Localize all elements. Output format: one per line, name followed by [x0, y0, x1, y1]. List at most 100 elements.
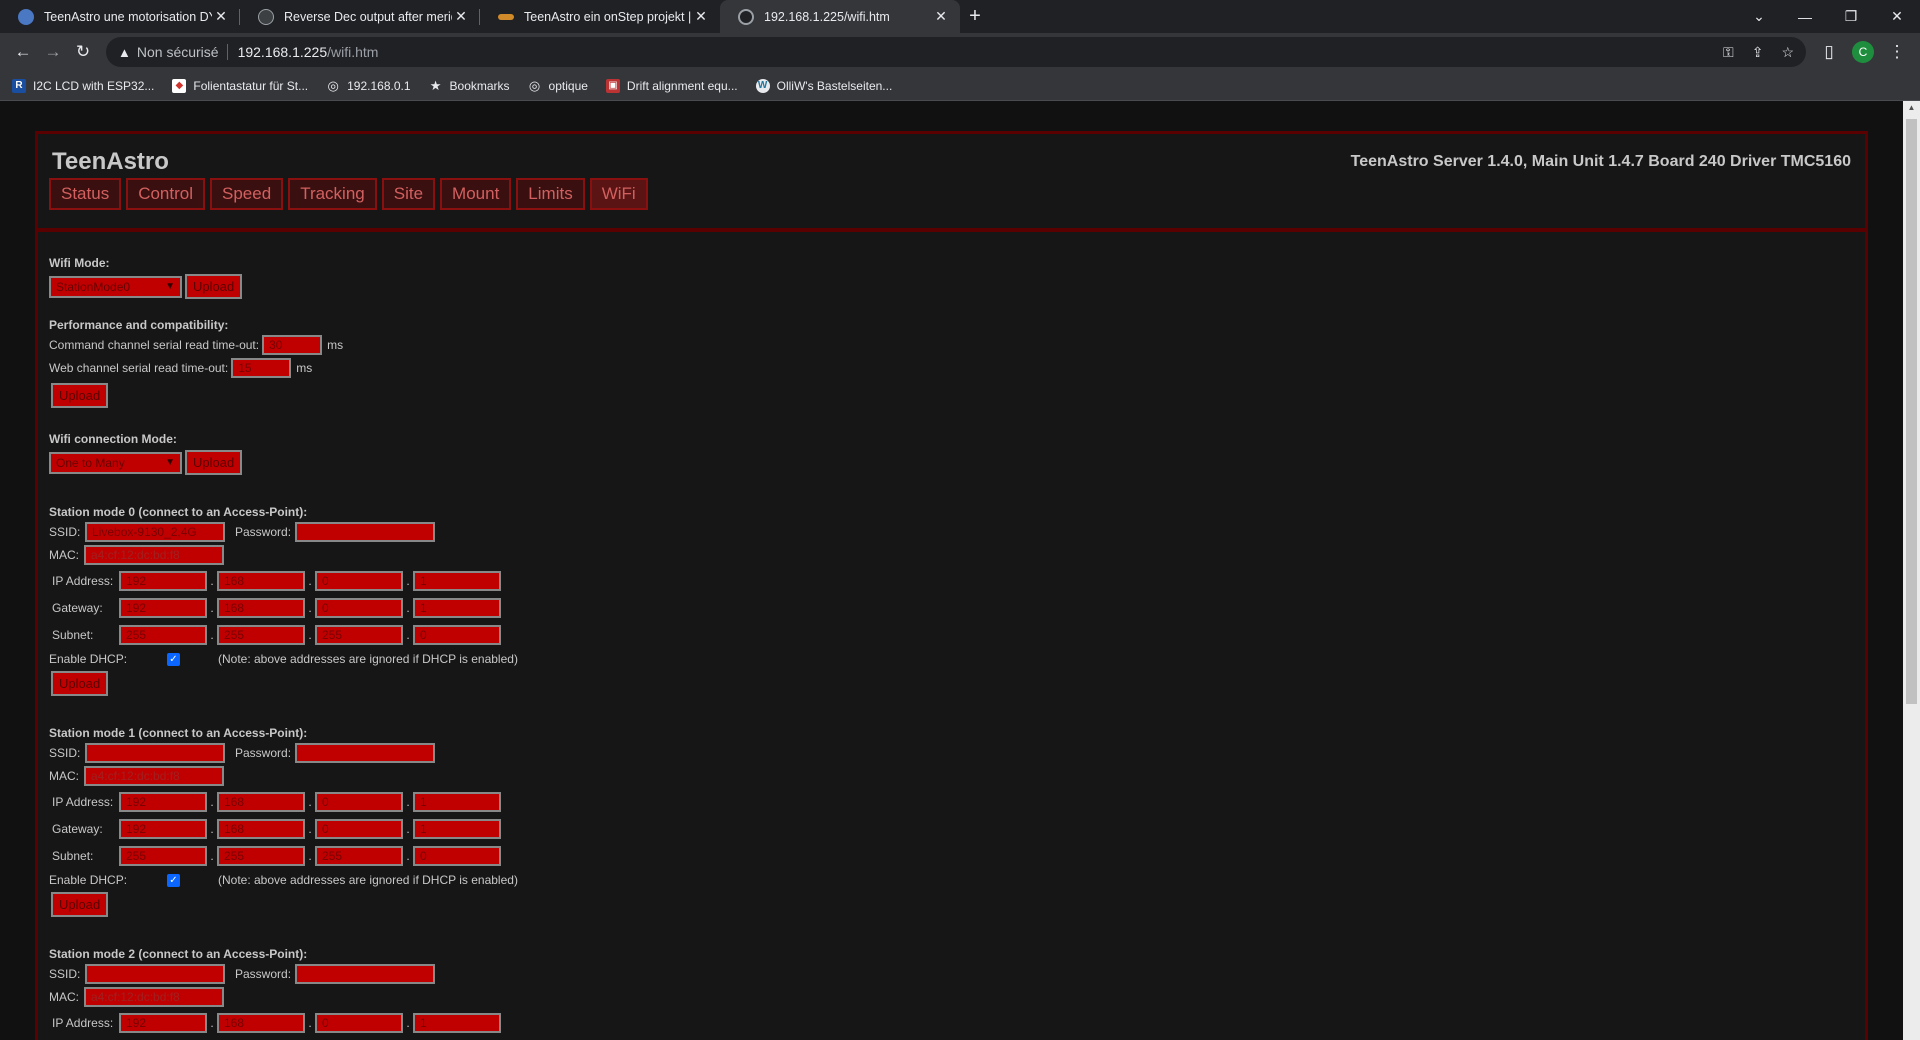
menu-tracking[interactable]: Tracking: [288, 178, 377, 210]
gateway-octet-3[interactable]: 0: [315, 819, 403, 839]
gateway-octet-2[interactable]: 168: [217, 598, 305, 618]
back-arrow-icon[interactable]: ←: [8, 37, 38, 67]
ip-octet-2[interactable]: 168: [217, 792, 305, 812]
ip-octet-3[interactable]: 0: [315, 792, 403, 812]
vertical-scrollbar[interactable]: ▲: [1903, 101, 1920, 1040]
gateway-octet-4[interactable]: 1: [413, 819, 501, 839]
connection-mode-select[interactable]: One to Many ▼: [49, 451, 182, 474]
menu-kebab-icon[interactable]: ⋮: [1882, 37, 1912, 67]
profile-avatar[interactable]: C: [1852, 41, 1874, 63]
subnet-label: Subnet:: [52, 628, 94, 642]
restore-icon[interactable]: ❐: [1828, 0, 1874, 33]
password-input[interactable]: [295, 743, 435, 763]
address-bar[interactable]: ▲ Non sécurisé 192.168.1.225/wifi.htm ⚿ …: [106, 37, 1806, 67]
wifi-mode-select[interactable]: StationMode0 ▼: [49, 275, 182, 298]
password-input[interactable]: [295, 522, 435, 542]
subnet-octet-1[interactable]: 255: [119, 625, 207, 645]
star-icon[interactable]: ☆: [1781, 44, 1794, 61]
bookmark-folder[interactable]: ★ Bookmarks: [429, 78, 510, 93]
subnet-octet-3[interactable]: 255: [315, 846, 403, 866]
menu-speed[interactable]: Speed: [210, 178, 284, 210]
gateway-octet-4[interactable]: 1: [413, 598, 501, 618]
menu-limits[interactable]: Limits: [516, 178, 585, 210]
menu-status[interactable]: Status: [49, 178, 122, 210]
cmd-timeout-input[interactable]: 30: [262, 335, 323, 355]
ip-octet-4[interactable]: 1: [413, 571, 501, 591]
ip-octet-4[interactable]: 1: [413, 1013, 501, 1033]
tab-search-icon[interactable]: ⌄: [1736, 0, 1782, 33]
connection-mode-upload-button[interactable]: Upload: [185, 450, 243, 475]
ip-octet-4[interactable]: 1: [413, 792, 501, 812]
password-input[interactable]: [295, 964, 435, 984]
bookmark-item[interactable]: ◎ 192.168.0.1: [326, 78, 410, 93]
chevron-down-icon: ▼: [165, 281, 175, 292]
key-icon[interactable]: ⚿: [1723, 44, 1734, 61]
share-icon[interactable]: ⇪: [1752, 44, 1764, 61]
web-timeout-input[interactable]: 15: [231, 358, 292, 378]
dhcp-checkbox[interactable]: ✓: [167, 873, 180, 887]
tab-close-icon[interactable]: ✕: [212, 8, 230, 25]
forward-arrow-icon[interactable]: →: [38, 37, 68, 67]
new-tab-button[interactable]: +: [960, 0, 990, 33]
dot-separator: .: [210, 601, 214, 615]
bookmark-item[interactable]: ▣ Drift alignment equ...: [605, 78, 738, 93]
bookmark-favicon-icon: ▣: [605, 78, 620, 93]
station-1-upload-button[interactable]: Upload: [51, 892, 109, 917]
gateway-octet-3[interactable]: 0: [315, 598, 403, 618]
gateway-octet-2[interactable]: 168: [217, 819, 305, 839]
connection-mode-value: One to Many: [56, 455, 125, 470]
bookmark-label: Bookmarks: [449, 78, 510, 93]
tab-close-icon[interactable]: ✕: [692, 8, 710, 25]
tab-close-icon[interactable]: ✕: [452, 8, 470, 25]
close-window-icon[interactable]: ✕: [1874, 0, 1920, 33]
ip-octet-1[interactable]: 192: [119, 792, 207, 812]
ssid-label: SSID:: [49, 525, 81, 539]
ip-octet-2[interactable]: 168: [217, 1013, 305, 1033]
ssid-input[interactable]: Livebox-9130_2,4G: [85, 522, 225, 542]
scroll-up-arrow-icon[interactable]: ▲: [1903, 103, 1920, 112]
bookmark-item[interactable]: W OlliW's Bastelseiten...: [755, 78, 892, 93]
browser-tab[interactable]: Reverse Dec output after meridia ✕: [240, 0, 480, 33]
ip-octet-3[interactable]: 0: [315, 571, 403, 591]
bookmark-item[interactable]: ◆ Folientastatur für St...: [172, 78, 308, 93]
tab-close-icon[interactable]: ✕: [932, 8, 950, 25]
subnet-octet-4[interactable]: 0: [413, 625, 501, 645]
url-path: /wifi.htm: [327, 44, 379, 60]
browser-tab[interactable]: TeenAstro ein onStep projekt | Se ✕: [480, 0, 720, 33]
ip-octet-3[interactable]: 0: [315, 1013, 403, 1033]
subnet-octet-1[interactable]: 255: [119, 846, 207, 866]
subnet-octet-2[interactable]: 255: [217, 846, 305, 866]
ip-octet-1[interactable]: 192: [119, 571, 207, 591]
menu-control[interactable]: Control: [126, 178, 206, 210]
scrollbar-thumb[interactable]: [1906, 119, 1917, 704]
security-status[interactable]: Non sécurisé: [137, 44, 219, 60]
cmd-timeout-unit: ms: [327, 338, 344, 352]
ip-octet-2[interactable]: 168: [217, 571, 305, 591]
bookmark-item[interactable]: ◎ optique: [528, 77, 588, 93]
warning-icon[interactable]: ▲: [118, 45, 131, 60]
ip-octet-1[interactable]: 192: [119, 1013, 207, 1033]
minimize-icon[interactable]: —: [1782, 0, 1828, 33]
dhcp-checkbox[interactable]: ✓: [167, 652, 180, 666]
ssid-input[interactable]: [85, 964, 225, 984]
subnet-octet-3[interactable]: 255: [315, 625, 403, 645]
ssid-input[interactable]: [85, 743, 225, 763]
gateway-octet-1[interactable]: 192: [119, 598, 207, 618]
bookmark-item[interactable]: R I2C LCD with ESP32...: [12, 78, 154, 93]
browser-tab[interactable]: TeenAstro une motorisation DYI ✕: [0, 0, 240, 33]
mac-field: a4:cf:12:dc:bd:f8: [84, 545, 224, 565]
gateway-octet-1[interactable]: 192: [119, 819, 207, 839]
browser-tab-active[interactable]: 192.168.1.225/wifi.htm ✕: [720, 0, 960, 33]
menu-mount[interactable]: Mount: [440, 178, 512, 210]
wifi-mode-upload-button[interactable]: Upload: [185, 274, 243, 299]
station-0-upload-button[interactable]: Upload: [51, 671, 109, 696]
menu-wifi[interactable]: WiFi: [589, 178, 648, 210]
performance-upload-button[interactable]: Upload: [51, 383, 109, 408]
dot-separator: .: [308, 1016, 312, 1030]
subnet-octet-4[interactable]: 0: [413, 846, 501, 866]
side-panel-icon[interactable]: ▯: [1814, 37, 1844, 67]
globe-icon: ◎: [528, 77, 541, 93]
menu-site[interactable]: Site: [381, 178, 436, 210]
subnet-octet-2[interactable]: 255: [217, 625, 305, 645]
reload-icon[interactable]: ↻: [68, 37, 98, 67]
